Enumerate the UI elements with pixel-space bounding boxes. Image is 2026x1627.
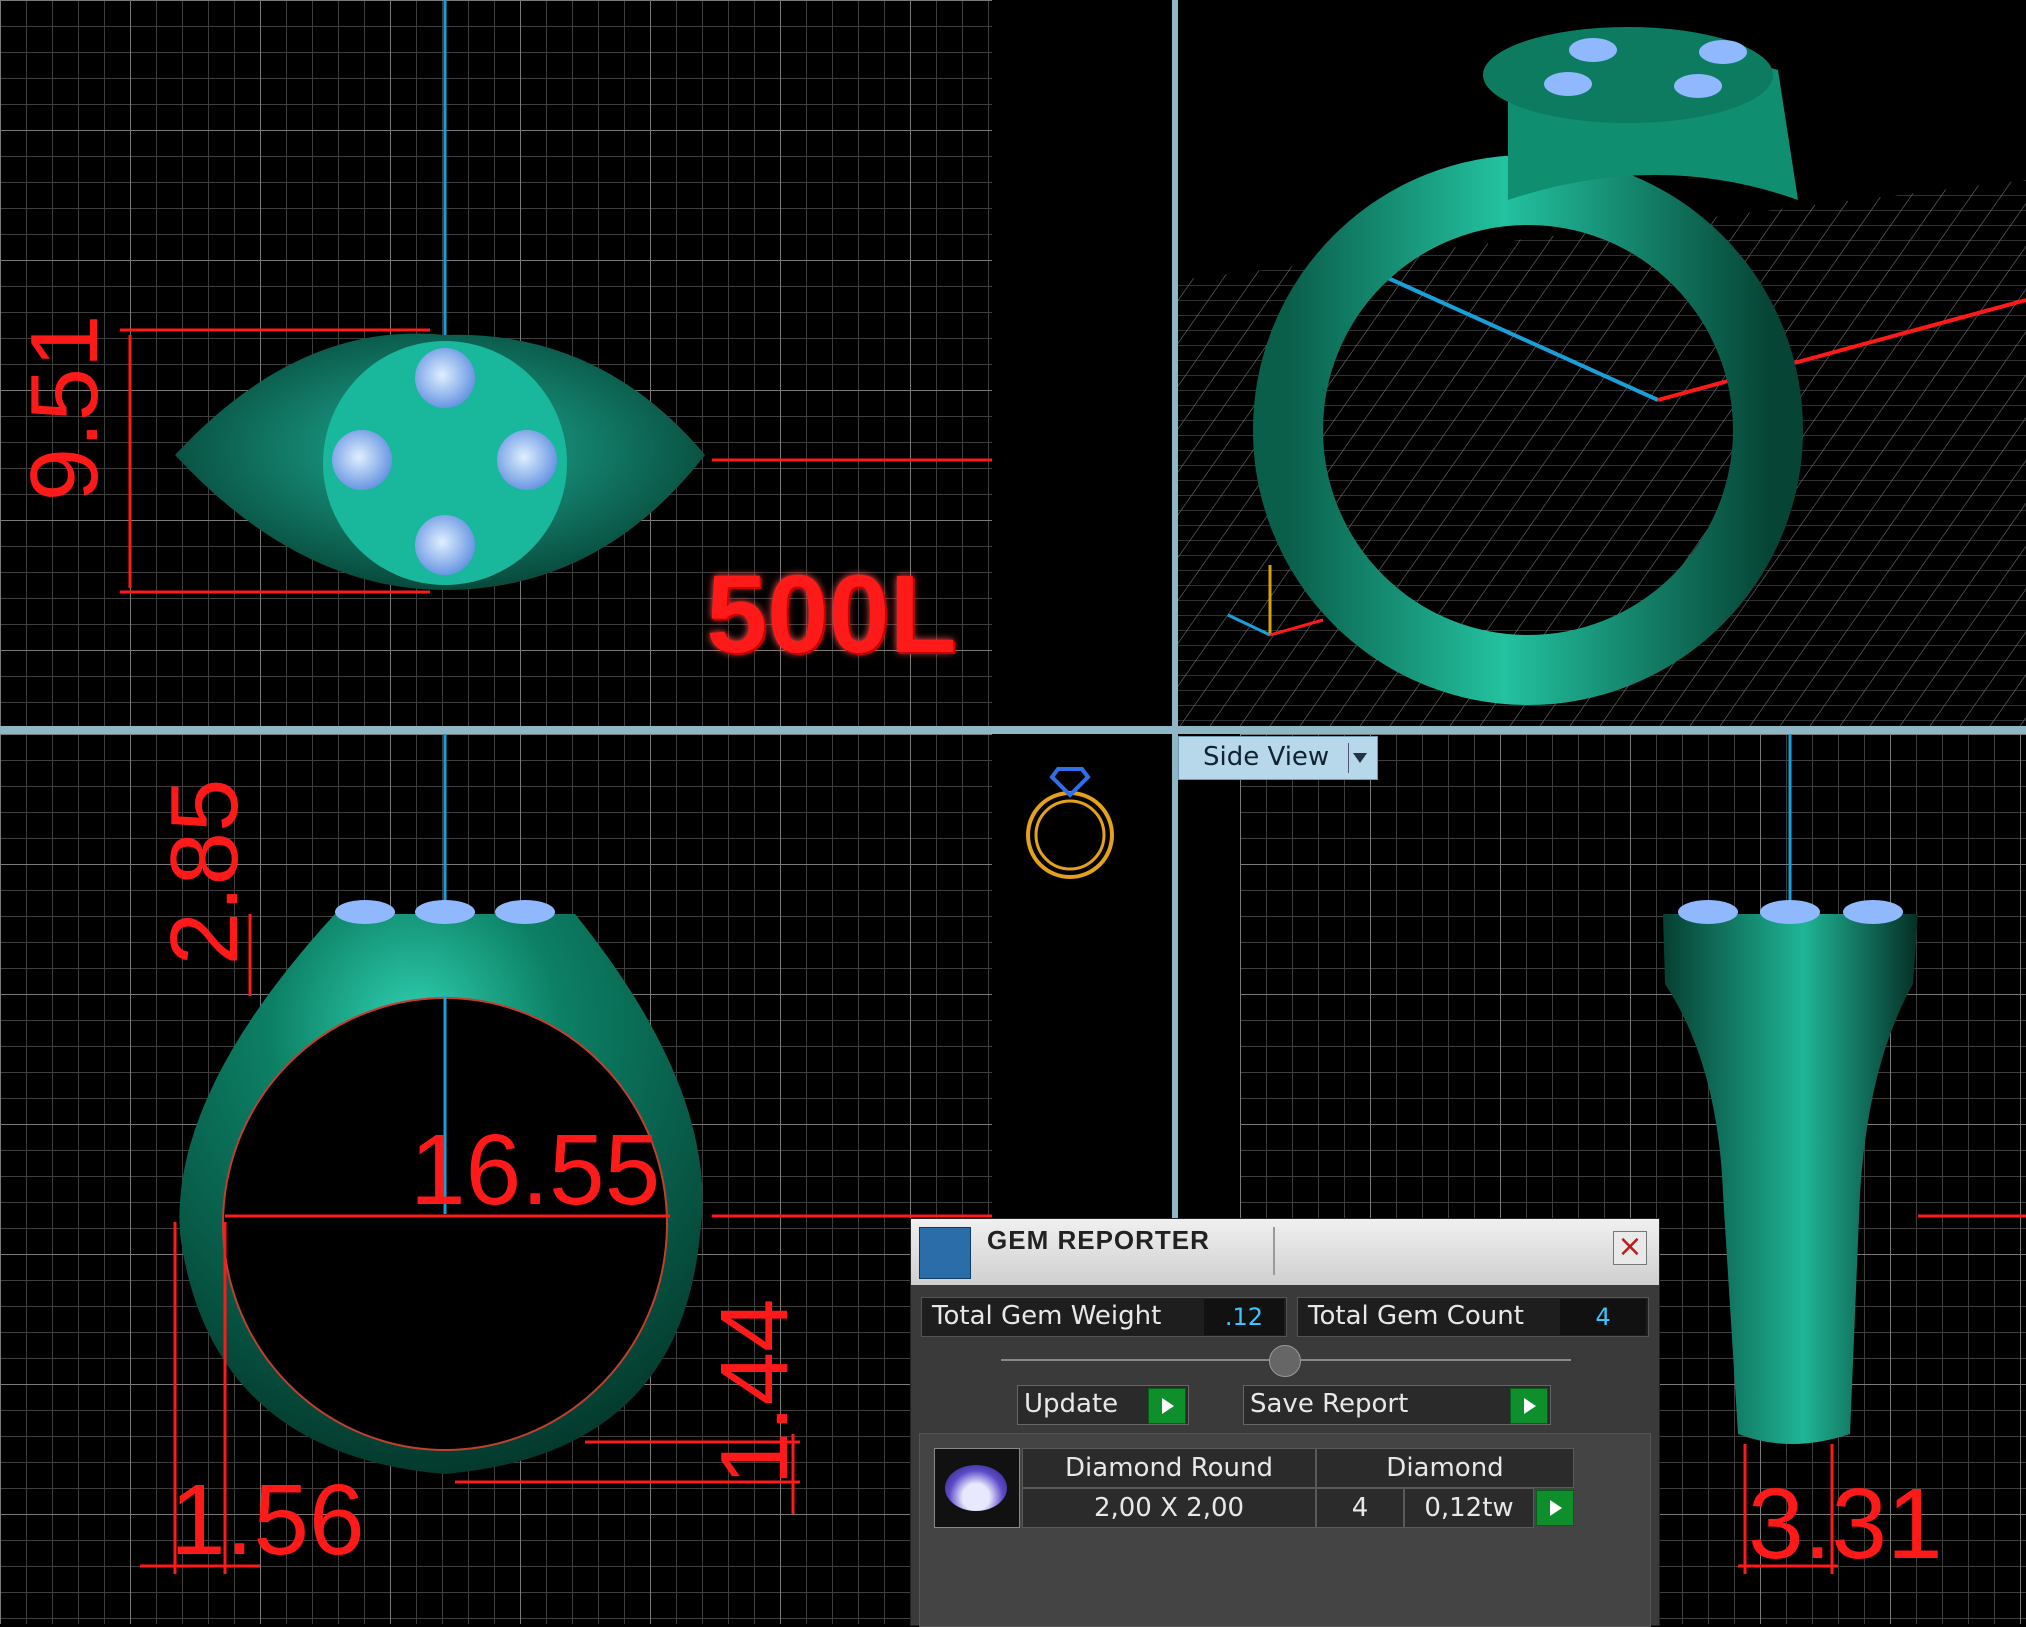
gem-weight: 0,12tw — [1404, 1488, 1534, 1528]
panel-slider-handle[interactable] — [1269, 1345, 1301, 1377]
gem — [415, 515, 475, 575]
dimension-inner-diameter: 16.55 — [410, 1114, 661, 1226]
view-selector-label: Side View — [1203, 742, 1330, 772]
viewport-perspective[interactable] — [1178, 0, 2026, 726]
dimension-top-shank: 2.85 — [151, 778, 258, 966]
gem — [415, 900, 475, 924]
total-gem-count-label: Total Gem Count — [1308, 1301, 1524, 1331]
gem — [1699, 40, 1747, 64]
gem-reporter-titlebar[interactable]: GEM REPORTER × — [911, 1219, 1659, 1285]
play-icon[interactable] — [1148, 1388, 1186, 1424]
dimension-bottom-thickness: 1.44 — [701, 1298, 808, 1486]
ring-icon — [1026, 767, 1114, 879]
gem — [1760, 900, 1820, 924]
dimension-side-thickness: 1.56 — [170, 1464, 365, 1576]
total-gem-count-value: 4 — [1560, 1299, 1646, 1335]
gem — [1678, 900, 1738, 924]
save-report-button-label: Save Report — [1250, 1389, 1409, 1419]
chevron-down-icon[interactable] — [1348, 743, 1371, 773]
gem — [1569, 38, 1617, 62]
play-icon[interactable] — [1536, 1490, 1574, 1526]
divider — [1273, 1227, 1275, 1275]
viewport-divider-horizontal[interactable] — [0, 726, 2026, 734]
save-report-button[interactable]: Save Report — [1243, 1385, 1551, 1425]
gem — [332, 430, 392, 490]
dimension-profile-width: 3.31 — [1748, 1468, 1943, 1580]
dimension-top-height: 9.51 — [11, 314, 118, 502]
gem-reporter-panel[interactable]: GEM REPORTER × Total Gem Weight .12 Tota… — [910, 1218, 1660, 1627]
gem — [1843, 900, 1903, 924]
close-icon[interactable]: × — [1613, 1231, 1647, 1265]
gem-list: Diamond Round Diamond 2,00 X 2,00 4 0,12… — [919, 1433, 1651, 1627]
gem-reporter-title: GEM REPORTER — [987, 1225, 1210, 1255]
view-selector-dropdown[interactable]: Side View — [1178, 736, 1378, 780]
gem-material: Diamond — [1316, 1448, 1574, 1488]
perspective-drawing — [1178, 27, 2026, 726]
gem-count: 4 — [1316, 1488, 1404, 1528]
gem-list-item[interactable]: Diamond Round Diamond 2,00 X 2,00 4 0,12… — [934, 1448, 1574, 1532]
play-icon[interactable] — [1510, 1388, 1548, 1424]
watermark-label: 500L — [706, 553, 957, 676]
gem — [497, 430, 557, 490]
gem — [495, 900, 555, 924]
gem — [415, 348, 475, 408]
round-gem-icon — [934, 1448, 1020, 1528]
gem — [1544, 72, 1592, 96]
total-gem-weight-field: Total Gem Weight .12 — [921, 1297, 1287, 1337]
gem-name: Diamond Round — [1022, 1448, 1316, 1488]
gem — [1674, 74, 1722, 98]
total-gem-count-field: Total Gem Count 4 — [1297, 1297, 1649, 1337]
update-button[interactable]: Update — [1017, 1385, 1189, 1425]
total-gem-weight-value: .12 — [1204, 1299, 1284, 1335]
gem — [335, 900, 395, 924]
total-gem-weight-label: Total Gem Weight — [932, 1301, 1162, 1331]
update-button-label: Update — [1024, 1389, 1119, 1419]
gem-report-icon — [919, 1227, 971, 1279]
viewport-top[interactable]: 9.51 500L — [0, 0, 1172, 726]
gem-size: 2,00 X 2,00 — [1022, 1488, 1316, 1528]
top-view-drawing — [120, 0, 992, 594]
